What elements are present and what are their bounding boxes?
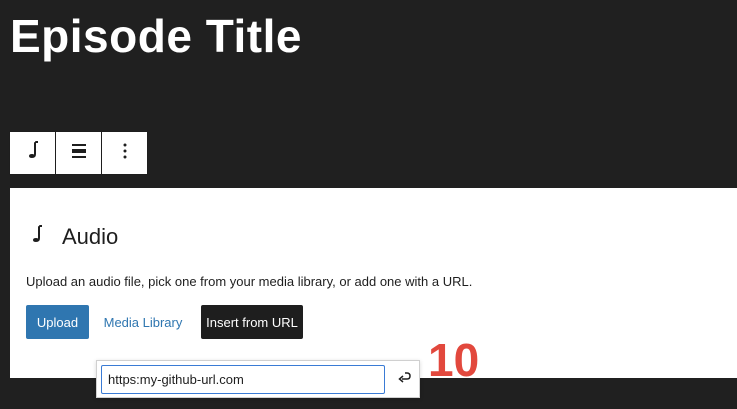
block-toolbar	[9, 131, 148, 175]
media-library-button[interactable]: Media Library	[97, 305, 189, 339]
apply-url-button[interactable]	[391, 365, 417, 394]
music-note-icon	[26, 140, 40, 166]
step-number-annotation: 10	[428, 334, 480, 386]
align-button[interactable]	[56, 132, 102, 174]
enter-icon	[396, 370, 412, 389]
upload-button[interactable]: Upload	[26, 305, 89, 339]
url-popover	[96, 360, 420, 398]
music-note-icon	[30, 224, 50, 250]
url-input[interactable]	[101, 365, 385, 394]
insert-from-url-button[interactable]: Insert from URL	[201, 305, 303, 339]
align-icon	[71, 142, 87, 165]
block-type-button[interactable]	[10, 132, 56, 174]
more-options-button[interactable]	[102, 132, 147, 174]
block-label: Audio	[62, 224, 119, 249]
audio-block-placeholder: Audio Upload an audio file, pick one fro…	[10, 188, 737, 378]
block-header: Audio	[30, 224, 118, 250]
more-options-icon	[123, 142, 127, 165]
block-instructions: Upload an audio file, pick one from your…	[26, 274, 473, 289]
page-title: Episode Title	[10, 10, 302, 62]
